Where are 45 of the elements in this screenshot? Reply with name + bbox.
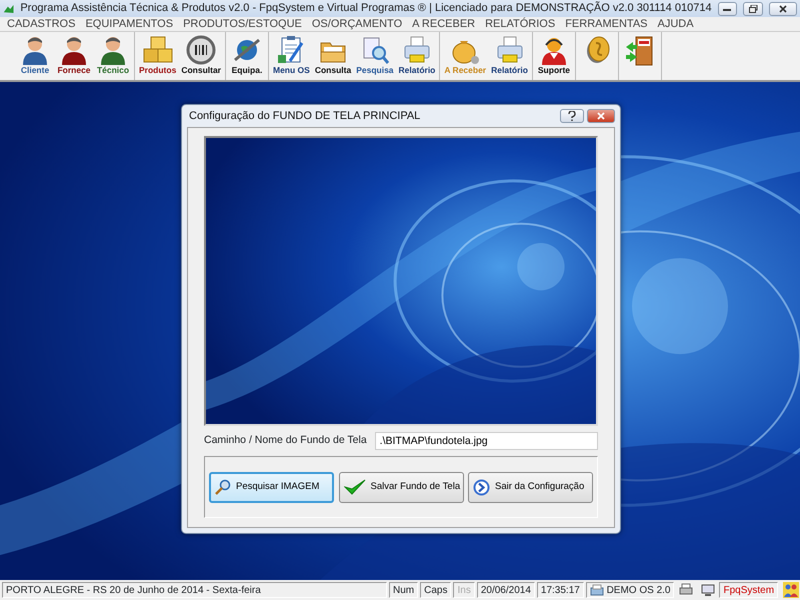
person-icon xyxy=(98,35,128,65)
toolbar-button[interactable]: Relatório xyxy=(398,32,436,80)
toolbar-button[interactable]: Cliente xyxy=(17,32,53,80)
people-icon xyxy=(782,582,799,598)
status-text: 17:35:17 xyxy=(536,582,584,598)
toolbar-button[interactable]: Suporte xyxy=(536,32,572,80)
boxes-icon xyxy=(142,35,174,65)
menu-item[interactable]: EQUIPAMENTOS xyxy=(80,17,178,31)
restore-icon xyxy=(748,4,758,12)
app-icon xyxy=(3,2,14,14)
menu-item[interactable]: CADASTROS xyxy=(2,17,80,31)
status-text: PORTO ALEGRE - RS 20 de Junho de 2014 - Sexta-feira xyxy=(2,582,387,598)
person-icon xyxy=(20,35,50,65)
toolbar-button[interactable]: Equipa. xyxy=(228,32,265,80)
menu-item[interactable]: PRODUTOS/ESTOQUE xyxy=(178,17,307,31)
person-icon xyxy=(59,35,89,65)
printer-icon xyxy=(494,35,525,65)
key-indicator: Caps xyxy=(420,582,452,598)
printer-icon xyxy=(679,583,694,597)
status-text: 20/06/2014 xyxy=(476,582,535,598)
barcode-icon xyxy=(186,35,216,65)
key-indicator: Ins xyxy=(453,582,475,598)
printer-icon xyxy=(402,35,432,65)
close-icon xyxy=(779,4,788,12)
toolbar-button[interactable]: Consultar xyxy=(180,32,222,80)
window-title: Programa Assistência Técnica & Produtos v2.0 - FpqSystem e Virtual Programas ® | Licenciado para DEMONSTRAÇÃO v2.0 301114 010714 xyxy=(20,0,712,16)
status-text: FpqSystem xyxy=(719,582,778,598)
key-indicator: Num xyxy=(389,582,418,598)
toolbar-button[interactable]: Menu OS xyxy=(272,32,311,80)
menu-item[interactable]: OS/ORÇAMENTO xyxy=(306,17,408,31)
toolbar-button[interactable]: Pesquisa xyxy=(355,32,395,80)
monitor-icon xyxy=(700,583,715,597)
toolbar-button[interactable]: Consulta xyxy=(314,32,352,80)
restore-button[interactable] xyxy=(743,2,764,16)
menu-item[interactable]: AJUDA xyxy=(652,17,699,31)
close-button[interactable] xyxy=(769,2,797,16)
toolbar-button[interactable]: Fornece xyxy=(56,32,92,80)
menu-item[interactable]: A RECEBER xyxy=(407,17,480,31)
toolbar-button[interactable]: Relatório xyxy=(490,32,529,80)
menu-item[interactable]: FERRAMENTAS xyxy=(560,17,653,31)
minimize-button[interactable] xyxy=(718,2,738,16)
menu-item[interactable]: RELATÓRIOS xyxy=(480,17,560,31)
toolbar-button[interactable]: Técnico xyxy=(95,32,131,80)
status-text: DEMO OS 2.0 xyxy=(606,584,670,598)
toolbar-button[interactable]: Produtos xyxy=(138,32,178,80)
